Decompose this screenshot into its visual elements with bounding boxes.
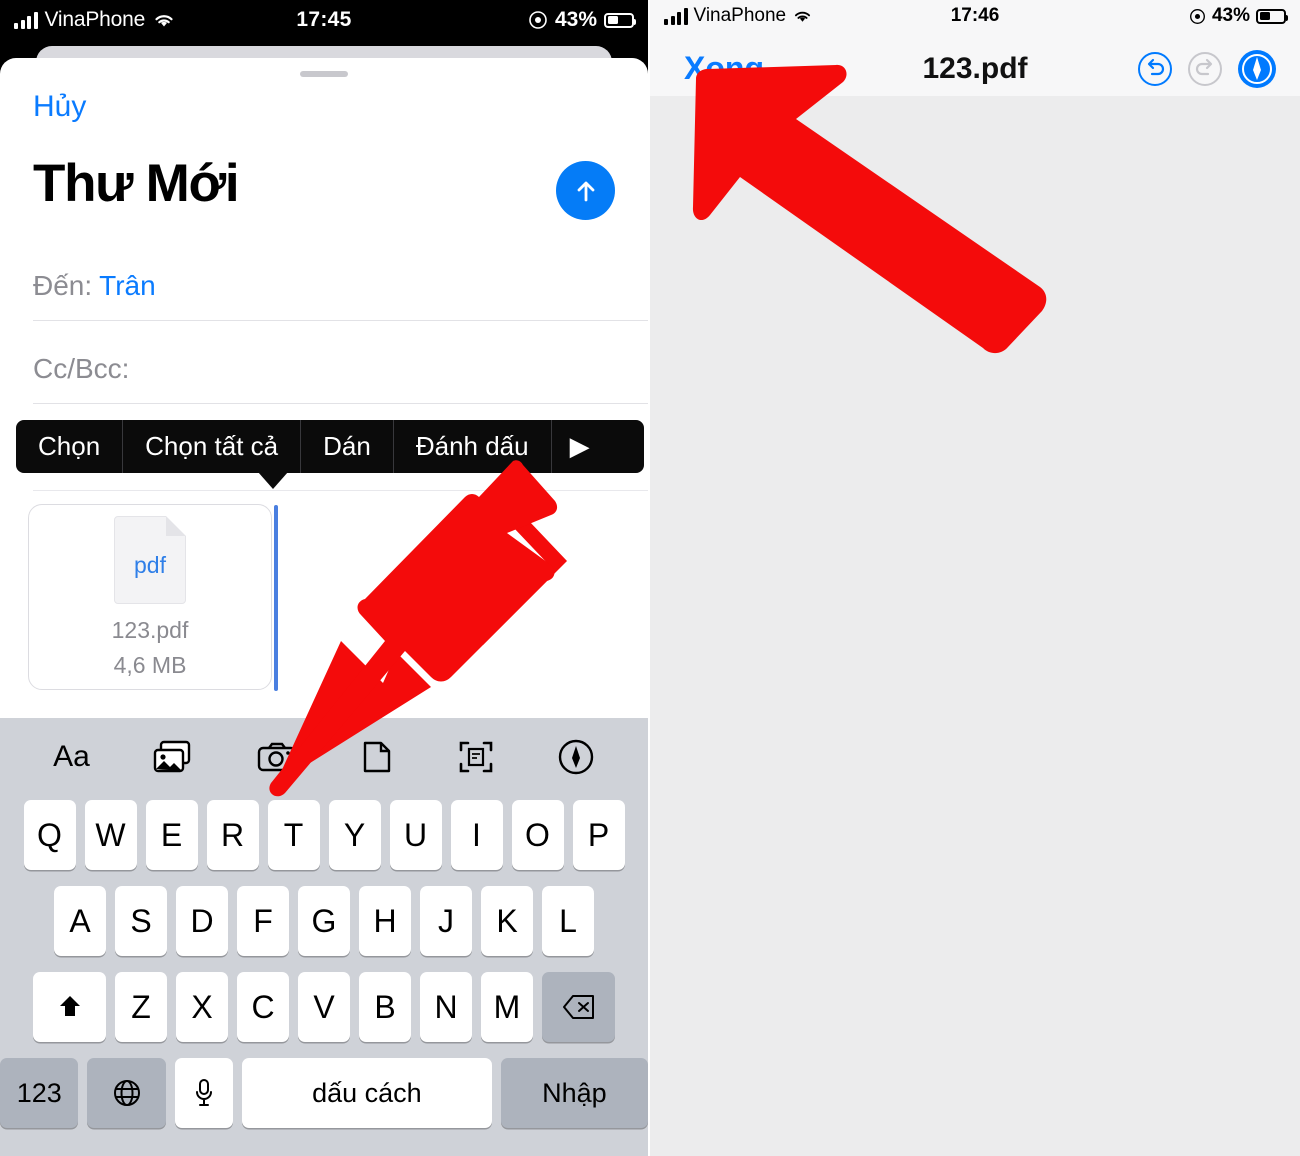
key-t[interactable]: T (267, 800, 320, 870)
status-bar-right: VinaPhone 17:46 43% (650, 0, 1300, 36)
sheet-grabber[interactable] (300, 71, 348, 77)
context-menu-pointer (258, 472, 288, 489)
key-g[interactable]: G (298, 886, 350, 956)
text-format-icon[interactable]: Aa (53, 740, 90, 774)
scan-text-icon[interactable] (457, 739, 495, 775)
key-s[interactable]: S (115, 886, 167, 956)
globe-icon (113, 1080, 140, 1106)
pdf-markup-navbar: Xong 123.pdf (650, 36, 1300, 96)
text-context-menu: Chọn Chọn tất cả Dán Đánh dấu ▶ (16, 420, 644, 473)
key-m[interactable]: M (481, 972, 533, 1042)
keyboard-rows: Q W E R T Y U I O P A S D F G H J K L Z … (0, 800, 648, 1144)
photos-icon[interactable] (152, 739, 194, 775)
markup-pen-icon[interactable] (1236, 48, 1278, 90)
rotation-lock-icon (1189, 8, 1205, 24)
navbar-actions (1136, 48, 1278, 90)
battery-percent-label: 43% (1211, 5, 1250, 26)
send-button[interactable] (556, 161, 615, 220)
pdf-type-label: pdf (134, 552, 166, 578)
keyboard-row-4: 123 dấu cách Nhập (0, 1058, 648, 1128)
pdf-attachment-card[interactable]: pdf 123.pdf 4,6 MB (28, 504, 272, 690)
backspace-key[interactable] (542, 972, 615, 1042)
attachment-filesize: 4,6 MB (113, 651, 187, 678)
key-a[interactable]: A (54, 886, 106, 956)
battery-icon (1256, 8, 1288, 24)
onscreen-keyboard: Aa Q W E R T Y U I O P A S D F G H J K L… (0, 718, 648, 1156)
key-h[interactable]: H (359, 886, 411, 956)
to-field[interactable]: Đến: Trân (33, 270, 648, 302)
divider-cc (33, 403, 648, 404)
battery-percent-label: 43% (554, 8, 597, 31)
microphone-icon (195, 1079, 212, 1106)
key-k[interactable]: K (481, 886, 533, 956)
keyboard-toolbar: Aa (0, 718, 648, 796)
return-key[interactable]: Nhập (500, 1058, 648, 1128)
numbers-key[interactable]: 123 (0, 1058, 79, 1128)
key-i[interactable]: I (450, 800, 503, 870)
shift-arrow-icon (59, 996, 80, 1016)
text-cursor (274, 505, 278, 691)
space-key[interactable]: dấu cách (241, 1058, 492, 1128)
rotation-lock-icon (529, 11, 547, 29)
keyboard-row-1: Q W E R T Y U I O P (0, 800, 648, 870)
key-q[interactable]: Q (23, 800, 76, 870)
redo-icon (1188, 52, 1222, 86)
key-n[interactable]: N (420, 972, 472, 1042)
key-e[interactable]: E (145, 800, 198, 870)
key-j[interactable]: J (420, 886, 472, 956)
key-p[interactable]: P (572, 800, 625, 870)
cc-bcc-field[interactable]: Cc/Bcc: (33, 353, 648, 385)
menu-item-paste[interactable]: Dán (301, 420, 394, 473)
attachment-filename: 123.pdf (111, 616, 189, 643)
dictation-key[interactable] (174, 1058, 233, 1128)
left-phone-panel: VinaPhone 17:45 43% Hủy Thư Mới Đến: Trân (0, 0, 648, 1156)
to-recipient[interactable]: Trân (99, 270, 156, 301)
menu-item-select-all[interactable]: Chọn tất cả (123, 420, 302, 473)
key-c[interactable]: C (237, 972, 289, 1042)
pdf-file-icon: pdf (114, 515, 186, 604)
document-icon[interactable] (360, 739, 394, 775)
menu-more-button[interactable]: ▶ (552, 420, 608, 473)
menu-item-select[interactable]: Chọn (16, 420, 124, 473)
camera-icon[interactable] (256, 740, 298, 774)
status-bar-left: VinaPhone 17:45 43% (0, 0, 648, 44)
screenshot-root: VinaPhone 17:45 43% Hủy Thư Mới Đến: Trân (0, 0, 1300, 1156)
battery-icon (604, 12, 636, 28)
to-label: Đến: (33, 270, 93, 301)
key-z[interactable]: Z (115, 972, 167, 1042)
status-right-group: 43% (528, 8, 636, 32)
key-r[interactable]: R (206, 800, 259, 870)
markup-pen-icon[interactable] (557, 738, 595, 776)
key-x[interactable]: X (176, 972, 228, 1042)
keyboard-row-2: A S D F G H J K L (0, 886, 648, 956)
attachment-divider (33, 490, 648, 491)
key-u[interactable]: U (389, 800, 442, 870)
backspace-icon (562, 995, 594, 1019)
right-phone-panel: VinaPhone 17:46 43% Xong 123.pdf (650, 0, 1300, 1156)
key-w[interactable]: W (84, 800, 137, 870)
divider-to (33, 320, 648, 321)
globe-key[interactable] (87, 1058, 166, 1128)
key-y[interactable]: Y (328, 800, 381, 870)
cancel-button[interactable]: Hủy (33, 90, 86, 124)
key-v[interactable]: V (298, 972, 350, 1042)
send-arrow-up-icon (577, 181, 594, 201)
keyboard-row-3: Z X C V B N M (0, 972, 648, 1042)
key-o[interactable]: O (511, 800, 564, 870)
key-f[interactable]: F (237, 886, 289, 956)
shift-key[interactable] (33, 972, 106, 1042)
key-l[interactable]: L (542, 886, 594, 956)
page-title: Thư Mới (33, 154, 240, 213)
key-b[interactable]: B (359, 972, 411, 1042)
key-d[interactable]: D (176, 886, 228, 956)
undo-icon[interactable] (1136, 50, 1174, 88)
menu-item-markup[interactable]: Đánh dấu (394, 420, 552, 473)
status-right-group-right: 43% (1189, 5, 1288, 27)
